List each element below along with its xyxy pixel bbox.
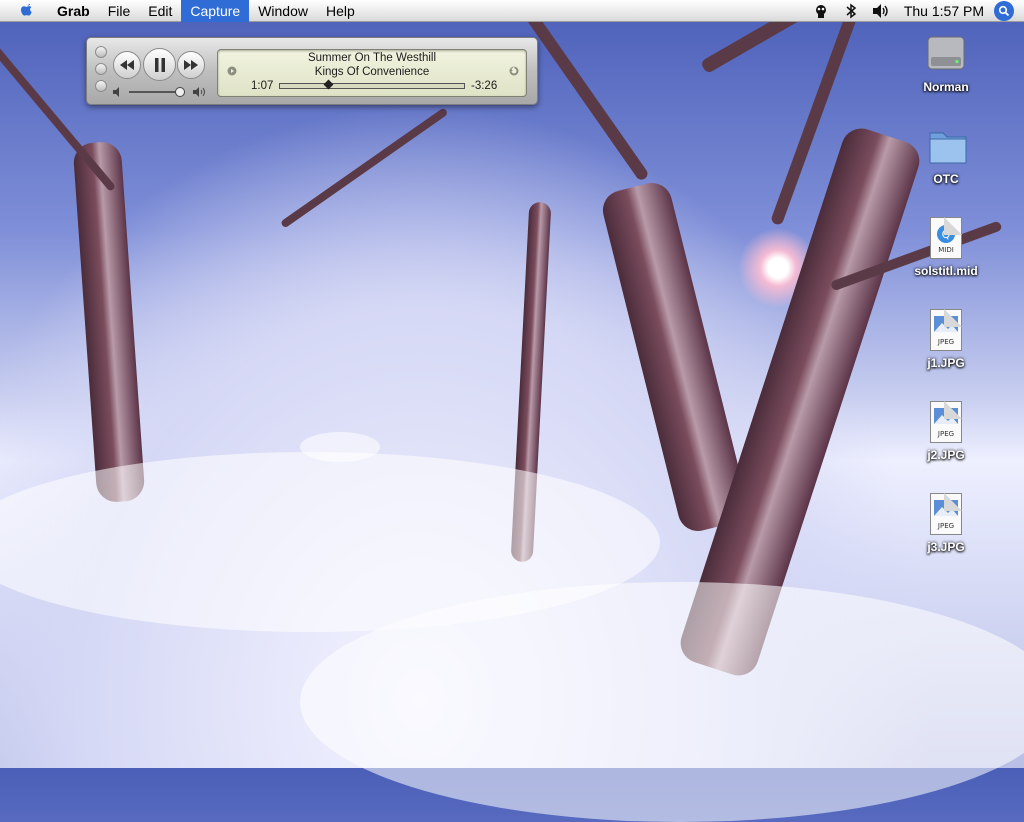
- menu-help[interactable]: Help: [317, 0, 364, 22]
- elapsed-time: 1:07: [251, 80, 274, 92]
- document-shape: Q MIDI: [930, 217, 962, 259]
- desktop-icon-norman[interactable]: Norman: [906, 33, 986, 94]
- file-type-tag: JPEG: [937, 522, 955, 530]
- itunes-mini-player[interactable]: Summer On The Westhill Kings Of Convenie…: [86, 37, 538, 105]
- desktop-icon-label: j3.JPG: [927, 540, 965, 554]
- menu-edit[interactable]: Edit: [139, 0, 181, 22]
- snow-drift: [300, 582, 1024, 822]
- document-shape: JPEG: [930, 493, 962, 535]
- desktop-icon-j1-jpg[interactable]: JPEG j1.JPG: [906, 309, 986, 370]
- apple-logo-icon[interactable]: [16, 0, 38, 22]
- menu-window[interactable]: Window: [249, 0, 317, 22]
- tree-branch: [280, 107, 449, 229]
- rewind-button[interactable]: [113, 51, 141, 79]
- pause-button[interactable]: [143, 48, 176, 81]
- folder-icon: [926, 125, 967, 169]
- track-display: Summer On The Westhill Kings Of Convenie…: [217, 49, 527, 97]
- jpeg-file-icon: JPEG: [926, 401, 966, 445]
- fast-forward-button[interactable]: [177, 51, 205, 79]
- fast-forward-icon: [184, 60, 198, 70]
- jpeg-file-icon: JPEG: [926, 309, 966, 353]
- hard-drive-icon: [926, 33, 966, 77]
- file-type-tag: JPEG: [937, 338, 955, 346]
- script-menu-icon[interactable]: [810, 0, 832, 22]
- desktop-icon-j3-jpg[interactable]: JPEG j3.JPG: [906, 493, 986, 554]
- volume-icon[interactable]: [870, 0, 892, 22]
- progress-bar[interactable]: [279, 79, 465, 90]
- svg-text:Q: Q: [942, 228, 951, 241]
- document-shape: JPEG: [930, 401, 962, 443]
- desktop-icon-label: j1.JPG: [927, 356, 965, 370]
- volume-low-icon: [113, 87, 119, 97]
- document-shape: JPEG: [930, 309, 962, 351]
- desktop-icon-label: j2.JPG: [927, 448, 965, 462]
- menu-file[interactable]: File: [99, 0, 140, 22]
- minimize-button[interactable]: [95, 63, 107, 75]
- desktop-wallpaper: [0, 0, 1024, 822]
- window-buttons: [95, 46, 107, 97]
- desktop-icon-label: solstitl.mid: [914, 264, 978, 278]
- snow-drift: [300, 432, 380, 462]
- song-title: Summer On The Westhill: [307, 52, 437, 64]
- menu-extras: Thu 1:57 PM: [806, 0, 1024, 22]
- rewind-icon: [120, 60, 134, 70]
- desktop-icon-otc[interactable]: OTC: [906, 125, 986, 186]
- midi-file-icon: Q MIDI: [926, 217, 966, 261]
- tree-trunk: [72, 140, 146, 504]
- file-type-tag: MIDI: [938, 246, 954, 254]
- desktop-icon-label: Norman: [923, 80, 969, 94]
- desktop-icon-j2-jpg[interactable]: JPEG j2.JPG: [906, 401, 986, 462]
- bluetooth-icon[interactable]: [840, 0, 862, 22]
- close-button[interactable]: [95, 46, 107, 58]
- spotlight-icon[interactable]: [994, 0, 1014, 21]
- menu-capture[interactable]: Capture: [181, 0, 250, 22]
- remaining-time: -3:26: [471, 80, 498, 92]
- volume-slider[interactable]: [113, 87, 208, 97]
- jpeg-file-icon: JPEG: [926, 493, 966, 537]
- menu-bar: Grab File Edit Capture Window Help Thu 1…: [0, 0, 1024, 22]
- menu-grab[interactable]: Grab: [48, 0, 99, 22]
- zoom-button[interactable]: [95, 80, 107, 92]
- desktop-icon-solstitl-mid[interactable]: Q MIDI solstitl.mid: [906, 217, 986, 278]
- artist-name: Kings Of Convenience: [314, 66, 430, 78]
- volume-high-icon: [193, 87, 205, 97]
- volume-knob[interactable]: [175, 87, 186, 97]
- file-type-tag: JPEG: [937, 430, 955, 438]
- playhead[interactable]: [323, 79, 334, 90]
- menu-clock[interactable]: Thu 1:57 PM: [904, 3, 984, 19]
- pause-icon: [154, 57, 165, 72]
- tree-trunk: [598, 178, 752, 536]
- desktop-icon-label: OTC: [933, 172, 959, 186]
- snapback-icon[interactable]: [509, 66, 519, 76]
